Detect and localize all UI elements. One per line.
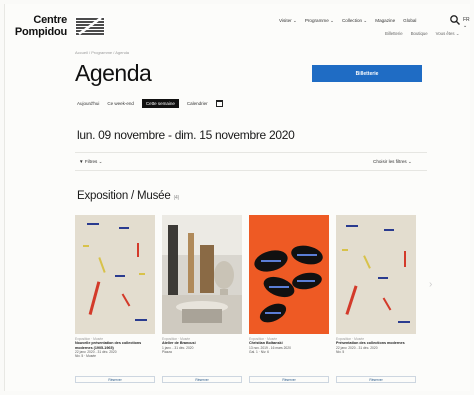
- breadcrumb[interactable]: Accueil / Programme / Agenda: [75, 50, 129, 55]
- tab-today[interactable]: Aujourd'hui: [77, 101, 99, 106]
- filters-toggle[interactable]: ▼ Filtres ⌄: [79, 159, 102, 165]
- tab-calendar[interactable]: Calendrier: [187, 101, 208, 106]
- divider: [75, 170, 427, 171]
- nav-item-programme[interactable]: Programme ⌄: [305, 18, 334, 24]
- billetterie-button[interactable]: Billetterie: [312, 65, 422, 82]
- secondary-nav: Billetterie Boutique Vous êtes ⌄: [385, 31, 459, 37]
- event-image[interactable]: [336, 215, 416, 334]
- filters-select[interactable]: Choisir les filtres ⌄: [373, 159, 412, 165]
- event-image[interactable]: [75, 215, 155, 334]
- reserve-button[interactable]: Réserver: [336, 376, 416, 383]
- logo-line-1: Centre: [33, 14, 67, 26]
- reserve-button[interactable]: Réserver: [249, 376, 329, 383]
- divider: [75, 152, 427, 153]
- poster-image: [249, 215, 329, 334]
- language-selector[interactable]: FR ⌄: [463, 17, 470, 29]
- artwork-image: [336, 215, 416, 334]
- subnav-billetterie[interactable]: Billetterie: [385, 31, 403, 37]
- section-count: (4): [173, 195, 180, 201]
- event-image[interactable]: [249, 215, 329, 334]
- event-card[interactable]: Exposition · Musée Nouvelle présentation…: [75, 215, 155, 383]
- nav-item-collection[interactable]: Collection ⌄: [342, 18, 367, 24]
- main-nav: Visiter ⌄ Programme ⌄ Collection ⌄ Magaz…: [279, 18, 416, 24]
- date-tabs: Aujourd'hui Ce week-end Cette semaine Ca…: [77, 99, 223, 108]
- event-card[interactable]: Exposition · Musée Christian Boltanski 1…: [249, 215, 329, 383]
- event-image[interactable]: [162, 215, 242, 334]
- date-range: lun. 09 novembre - dim. 15 novembre 2020: [77, 128, 295, 142]
- chevron-right-icon[interactable]: ›: [429, 279, 432, 290]
- nav-item-global[interactable]: Global: [403, 18, 416, 24]
- event-location: Niv. 5 · Musée: [75, 354, 97, 358]
- nav-item-visiter[interactable]: Visiter ⌄: [279, 18, 297, 24]
- reserve-button[interactable]: Réserver: [75, 376, 155, 383]
- event-card[interactable]: Exposition · Musée Présentation des coll…: [336, 215, 416, 383]
- event-location: Gal. 1 · Niv. 6: [249, 349, 269, 354]
- logo-mark-icon[interactable]: [75, 16, 105, 36]
- event-title[interactable]: Présentation des collections modernes: [336, 341, 416, 346]
- calendar-icon[interactable]: [215, 100, 223, 107]
- tab-weekend[interactable]: Ce week-end: [107, 101, 134, 106]
- reserve-button[interactable]: Réserver: [162, 376, 242, 383]
- search-icon[interactable]: [449, 14, 461, 26]
- section-label: Exposition / Musée: [77, 190, 171, 202]
- event-title[interactable]: Nouvelle présentation des collections mo…: [75, 341, 155, 350]
- nav-item-magazine[interactable]: Magazine: [375, 18, 395, 24]
- event-card[interactable]: Exposition · Musée Atelier de Brancusi 1…: [162, 215, 242, 383]
- event-location: Niv. 5: [336, 349, 345, 354]
- sculpture-photo: [162, 215, 242, 334]
- logo[interactable]: Centre Pompidou: [7, 14, 67, 38]
- subnav-vous-etes[interactable]: Vous êtes ⌄: [436, 31, 460, 37]
- tab-this-week[interactable]: Cette semaine: [141, 99, 179, 108]
- page-title: Agenda: [75, 60, 152, 86]
- logo-line-2: Pompidou: [14, 26, 67, 38]
- event-location: Piazza: [162, 349, 172, 354]
- artwork-image: [75, 215, 155, 334]
- subnav-boutique[interactable]: Boutique: [411, 31, 428, 37]
- section-title: Exposition / Musée (4): [77, 190, 179, 202]
- page: Centre Pompidou Visiter ⌄ Programme ⌄ Co…: [4, 4, 470, 391]
